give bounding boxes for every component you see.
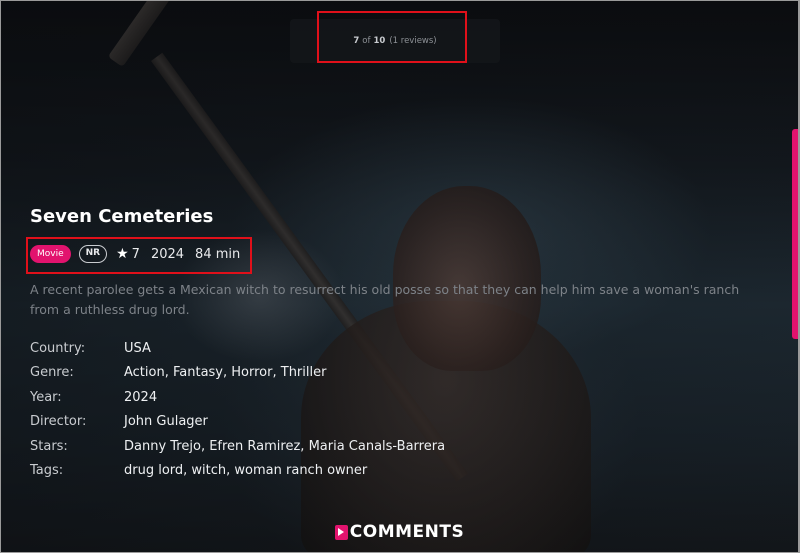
info-row-tags: Tags: drug lord, witch, woman ranch owne… bbox=[30, 463, 368, 479]
rating-review-count: (1 reviews) bbox=[389, 36, 437, 46]
content-rating-badge: NR bbox=[78, 245, 108, 263]
rating-score: 7 bbox=[353, 36, 360, 46]
comments-heading: COMMENTS bbox=[1, 522, 798, 542]
star-link[interactable]: Maria Canals-Barrera bbox=[309, 439, 445, 454]
info-row-year: Year: 2024 bbox=[30, 385, 445, 410]
meta-duration: 84 min bbox=[195, 246, 241, 262]
info-label-year: Year: bbox=[30, 389, 62, 405]
rating-max: 10 bbox=[373, 36, 386, 46]
genre-link[interactable]: Thriller bbox=[281, 365, 327, 380]
movie-title: Seven Cemeteries bbox=[30, 206, 214, 227]
movie-description: A recent parolee gets a Mexican witch to… bbox=[30, 282, 740, 317]
info-label-genre: Genre: bbox=[30, 365, 74, 381]
genre-link[interactable]: Horror bbox=[231, 365, 272, 380]
year-link[interactable]: 2024 bbox=[124, 390, 157, 405]
movie-meta-row: Movie NR ★ 7 2024 84 min bbox=[30, 244, 240, 264]
movie-detail-page: 7 of 10 (1 reviews) Seven Cemeteries Mov… bbox=[1, 1, 798, 552]
info-label-director: Director: bbox=[30, 414, 87, 430]
play-icon bbox=[334, 524, 348, 540]
rating-summary: 7 of 10 (1 reviews) bbox=[290, 19, 500, 63]
genre-link[interactable]: Action bbox=[124, 365, 165, 380]
info-label-country: Country: bbox=[30, 340, 86, 356]
tag-link[interactable]: witch bbox=[191, 463, 226, 478]
info-row-stars: Stars: Danny Trejo, Efren Ramirez, Maria… bbox=[30, 438, 446, 454]
tag-link[interactable]: drug lord bbox=[124, 463, 183, 478]
type-badge[interactable]: Movie bbox=[30, 245, 71, 263]
director-link[interactable]: John Gulager bbox=[124, 414, 208, 429]
info-label-tags: Tags: bbox=[30, 463, 64, 479]
genre-link[interactable]: Fantasy bbox=[173, 365, 223, 380]
star-link[interactable]: Efren Ramirez bbox=[209, 439, 300, 454]
info-label-stars: Stars: bbox=[30, 438, 68, 454]
comments-heading-text: COMMENTS bbox=[349, 522, 465, 542]
meta-rating: 7 bbox=[131, 246, 140, 262]
info-row-genre: Genre: Action, Fantasy, Horror, Thriller bbox=[30, 365, 327, 381]
star-icon: ★ bbox=[116, 246, 129, 262]
info-row-country: Country: USA bbox=[30, 336, 445, 361]
tag-link[interactable]: woman ranch owner bbox=[234, 463, 367, 478]
meta-year: 2024 bbox=[150, 246, 185, 262]
info-row-director: Director: John Gulager bbox=[30, 410, 445, 435]
scrollbar-thumb[interactable] bbox=[792, 129, 798, 339]
star-link[interactable]: Danny Trejo bbox=[124, 439, 201, 454]
info-value-country: USA bbox=[124, 340, 151, 356]
rating-of: of bbox=[362, 36, 371, 46]
movie-info-list: Country: USA Genre: Action, Fantasy, Hor… bbox=[30, 336, 445, 483]
